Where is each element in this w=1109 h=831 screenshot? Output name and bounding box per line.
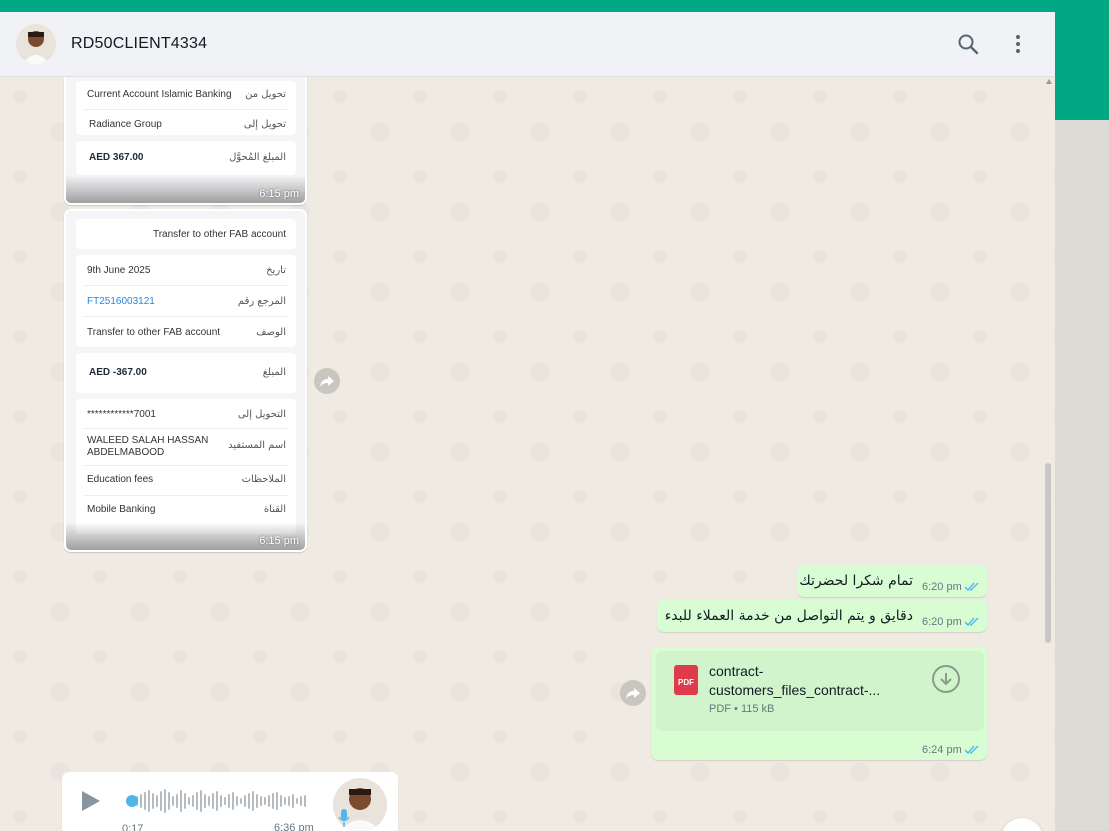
voice-message[interactable]: 0:17 6:36 pm — [62, 772, 398, 831]
waveform[interactable] — [126, 788, 306, 814]
waveform-bar — [272, 793, 274, 809]
waveform-bar — [184, 793, 186, 809]
receipt-card: 9th June 2025 تاريخ FT2516003121 المرجع … — [76, 255, 296, 347]
outgoing-message[interactable]: تمام شكرا لحضرتك 6:20 pm — [797, 565, 987, 597]
waveform-bar — [148, 790, 150, 812]
waveform-bar — [288, 796, 290, 806]
waveform-bar — [284, 797, 286, 805]
waveform-bar — [192, 795, 194, 807]
waveform-bar — [216, 791, 218, 811]
waveform-bar — [152, 793, 154, 809]
waveform-bar — [244, 795, 246, 807]
waveform-bar — [240, 798, 242, 804]
file-attachment[interactable]: PDF contract- customers_files_contract-.… — [656, 651, 984, 731]
search-icon[interactable] — [956, 32, 980, 56]
top-accent-bar — [0, 0, 1109, 12]
double-check-icon — [964, 582, 979, 592]
message-time: 6:20 pm — [922, 581, 962, 593]
waveform-bar — [248, 793, 250, 809]
double-check-icon — [964, 745, 979, 755]
waveform-bar — [236, 796, 238, 806]
waveform-bar — [208, 796, 210, 806]
chat-header[interactable]: RD50CLIENT4334 — [0, 12, 1055, 77]
waveform-bar — [232, 792, 234, 810]
waveform-bar — [280, 795, 282, 807]
scroll-up-arrow-icon[interactable] — [1046, 79, 1052, 84]
waveform-bar — [164, 789, 166, 813]
waveform-bar — [228, 794, 230, 808]
voice-duration: 0:17 — [122, 823, 144, 831]
file-name: contract- customers_files_contract-... — [709, 663, 881, 698]
waveform-bar — [252, 791, 254, 811]
divider — [84, 109, 288, 110]
play-icon[interactable] — [82, 791, 100, 811]
waveform-bar — [168, 792, 170, 810]
double-check-icon — [964, 617, 979, 627]
contact-name[interactable]: RD50CLIENT4334 — [71, 35, 207, 53]
waveform-bar — [220, 795, 222, 807]
waveform-bar — [176, 794, 178, 808]
scrollbar-thumb[interactable] — [1045, 463, 1051, 643]
message-text: دقايق و يتم التواصل من خدمة العملاء للبد… — [664, 608, 913, 624]
image-message[interactable]: Transfer to other FAB account 9th June 2… — [64, 209, 307, 552]
forward-icon — [626, 688, 640, 699]
mic-icon — [338, 809, 350, 827]
receipt-card: Current Account Islamic Banking تحويل من… — [76, 81, 296, 135]
image-message[interactable]: Current Account Islamic Banking تحويل من… — [64, 77, 307, 205]
receipt-card: AED -367.00 المبلغ — [76, 353, 296, 393]
forward-icon — [320, 376, 334, 387]
message-time: 6:15 pm — [259, 535, 299, 547]
chevron-down-icon — [1001, 818, 1043, 831]
forward-button[interactable] — [620, 680, 646, 706]
waveform-bar — [224, 797, 226, 805]
waveform-bar — [196, 792, 198, 810]
waveform-bar — [276, 792, 278, 810]
waveform-bar — [204, 794, 206, 808]
receipt-card: AED 367.00 المبلغ المُحوَّل — [76, 141, 296, 175]
chat-window: RD50CLIENT4334 Current Account Islamic B… — [0, 12, 1055, 831]
message-text: تمام شكرا لحضرتك — [799, 573, 913, 589]
waveform-bar — [256, 794, 258, 808]
side-panel — [1055, 120, 1109, 831]
receipt-card: ************7001 التحويل إلى WALEED SALA… — [76, 399, 296, 534]
playhead-dot — [126, 795, 138, 807]
waveform-bar — [172, 796, 174, 806]
waveform-bar — [268, 795, 270, 807]
scroll-to-bottom-button[interactable] — [1001, 818, 1043, 831]
waveform-bar — [260, 796, 262, 806]
waveform-bar — [304, 795, 306, 807]
receipt-card: Transfer to other FAB account — [76, 219, 296, 249]
waveform-bar — [300, 796, 302, 806]
waveform-bar — [180, 790, 182, 812]
waveform-bar — [200, 790, 202, 812]
side-accent-panel — [1055, 0, 1109, 120]
message-list[interactable]: Current Account Islamic Banking تحويل من… — [0, 77, 1055, 831]
forward-button[interactable] — [314, 368, 340, 394]
download-button[interactable] — [932, 665, 960, 693]
kebab-menu-icon[interactable] — [1006, 32, 1030, 56]
waveform-bar — [140, 794, 142, 808]
waveform-bar — [160, 791, 162, 811]
contact-avatar[interactable] — [16, 24, 56, 64]
pdf-file-icon: PDF — [674, 665, 698, 695]
message-time: 6:15 pm — [259, 188, 299, 200]
waveform-bar — [144, 792, 146, 810]
outgoing-message[interactable]: دقايق و يتم التواصل من خدمة العملاء للبد… — [657, 600, 987, 632]
file-meta: PDF • 115 kB — [709, 703, 775, 715]
waveform-bar — [156, 795, 158, 807]
message-time: 6:36 pm — [274, 822, 314, 831]
message-time: 6:20 pm — [922, 616, 962, 628]
waveform-bar — [292, 794, 294, 808]
waveform-bar — [188, 797, 190, 805]
waveform-bar — [264, 797, 266, 805]
waveform-bar — [212, 793, 214, 809]
download-icon — [940, 673, 952, 686]
message-time: 6:24 pm — [922, 744, 962, 756]
waveform-bar — [296, 798, 298, 804]
